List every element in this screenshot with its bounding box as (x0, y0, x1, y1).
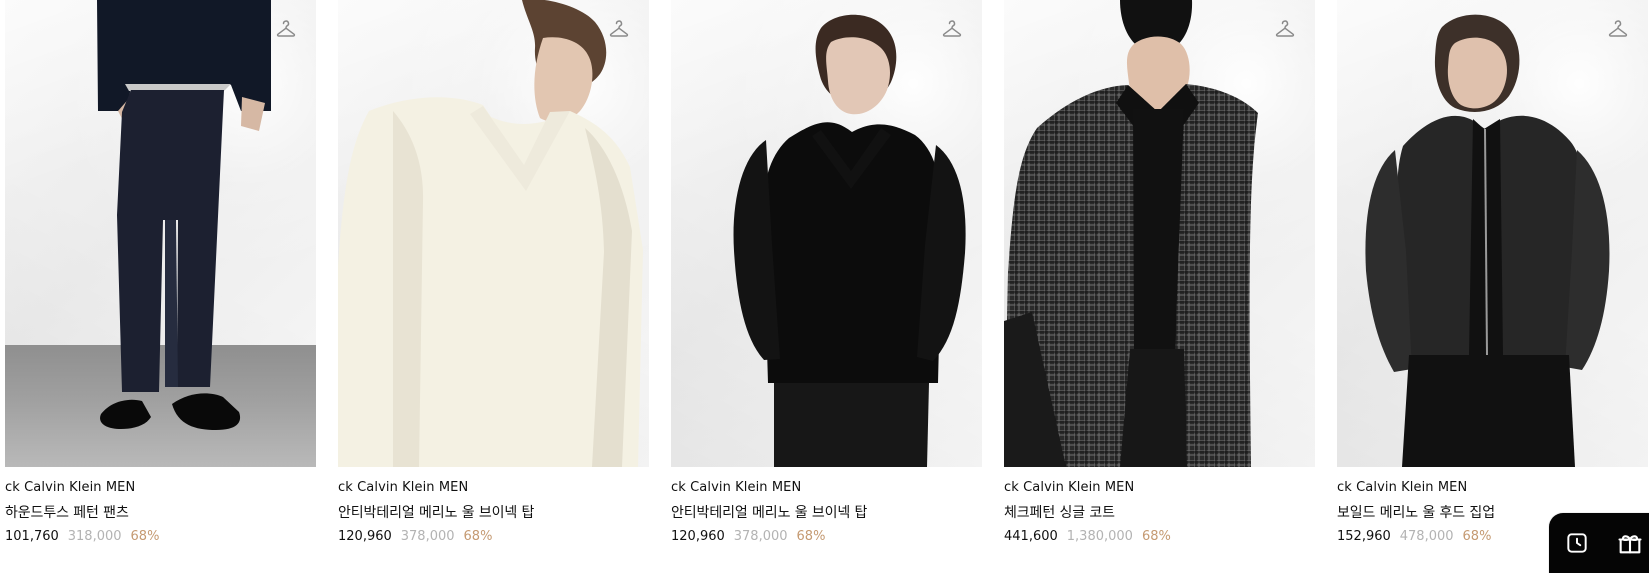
product-meta: ck Calvin Klein MEN 하운드투스 페턴 팬츠 101,760 … (5, 467, 316, 546)
original-price: 378,000 (400, 529, 455, 544)
model-figure (1337, 0, 1648, 467)
model-figure (338, 0, 649, 467)
model-figure (671, 0, 982, 467)
sale-price: 120,960 (338, 529, 392, 544)
product-image-hood-zipup[interactable] (1337, 0, 1648, 467)
model-figure (5, 0, 316, 467)
product-meta: ck Calvin Klein MEN 안티박테리얼 메리노 울 브이넥 탑 1… (671, 467, 982, 546)
brand-name: ck Calvin Klein MEN (1004, 480, 1135, 495)
original-price: 478,000 (1399, 529, 1454, 544)
product-card[interactable]: ck Calvin Klein MEN 안티박테리얼 메리노 울 브이넥 탑 1… (671, 0, 982, 546)
product-card[interactable]: ck Calvin Klein MEN 보일드 메리노 울 후드 집업 152,… (1337, 0, 1648, 546)
product-card[interactable]: ck Calvin Klein MEN 체크페턴 싱글 코트 441,600 1… (1004, 0, 1315, 546)
sale-price: 441,600 (1004, 529, 1058, 544)
discount-rate: 68% (796, 529, 826, 544)
clock-icon[interactable] (1564, 530, 1590, 556)
product-name[interactable]: 안티박테리얼 메리노 울 브이넥 탑 (338, 504, 649, 523)
hanger-icon[interactable] (274, 16, 298, 40)
price-row: 101,760 318,000 68% (5, 528, 316, 546)
hanger-icon[interactable] (940, 16, 964, 40)
product-name[interactable]: 체크페턴 싱글 코트 (1004, 504, 1315, 523)
discount-rate: 68% (463, 529, 493, 544)
sale-price: 152,960 (1337, 529, 1391, 544)
floating-action-bar[interactable] (1549, 513, 1649, 573)
brand-name: ck Calvin Klein MEN (1337, 480, 1468, 495)
hanger-icon[interactable] (607, 16, 631, 40)
brand-name: ck Calvin Klein MEN (338, 480, 469, 495)
price-row: 120,960 378,000 68% (338, 528, 649, 546)
original-price: 318,000 (67, 529, 122, 544)
product-image-houndstooth-pants[interactable] (5, 0, 316, 467)
brand-name: ck Calvin Klein MEN (671, 480, 802, 495)
product-image-check-coat[interactable] (1004, 0, 1315, 467)
product-name[interactable]: 안티박테리얼 메리노 울 브이넥 탑 (671, 504, 982, 523)
hanger-icon[interactable] (1606, 16, 1630, 40)
product-meta: ck Calvin Klein MEN 체크페턴 싱글 코트 441,600 1… (1004, 467, 1315, 546)
sale-price: 101,760 (5, 529, 59, 544)
product-meta: ck Calvin Klein MEN 안티박테리얼 메리노 울 브이넥 탑 1… (338, 467, 649, 546)
product-card[interactable]: ck Calvin Klein MEN 하운드투스 페턴 팬츠 101,760 … (5, 0, 316, 546)
sale-price: 120,960 (671, 529, 725, 544)
brand-name: ck Calvin Klein MEN (5, 480, 136, 495)
product-grid: ck Calvin Klein MEN 하운드투스 페턴 팬츠 101,760 … (5, 0, 1648, 546)
hanger-icon[interactable] (1273, 16, 1297, 40)
discount-rate: 68% (1141, 529, 1171, 544)
product-image-ivory-vneck[interactable] (338, 0, 649, 467)
discount-rate: 68% (130, 529, 160, 544)
discount-rate: 68% (1462, 529, 1492, 544)
gift-icon[interactable] (1616, 529, 1644, 557)
price-row: 120,960 378,000 68% (671, 528, 982, 546)
product-name[interactable]: 하운드투스 페턴 팬츠 (5, 504, 316, 523)
product-card[interactable]: ck Calvin Klein MEN 안티박테리얼 메리노 울 브이넥 탑 1… (338, 0, 649, 546)
original-price: 378,000 (733, 529, 788, 544)
original-price: 1,380,000 (1066, 529, 1133, 544)
product-image-black-vneck[interactable] (671, 0, 982, 467)
model-figure (1004, 0, 1315, 467)
price-row: 441,600 1,380,000 68% (1004, 528, 1315, 546)
